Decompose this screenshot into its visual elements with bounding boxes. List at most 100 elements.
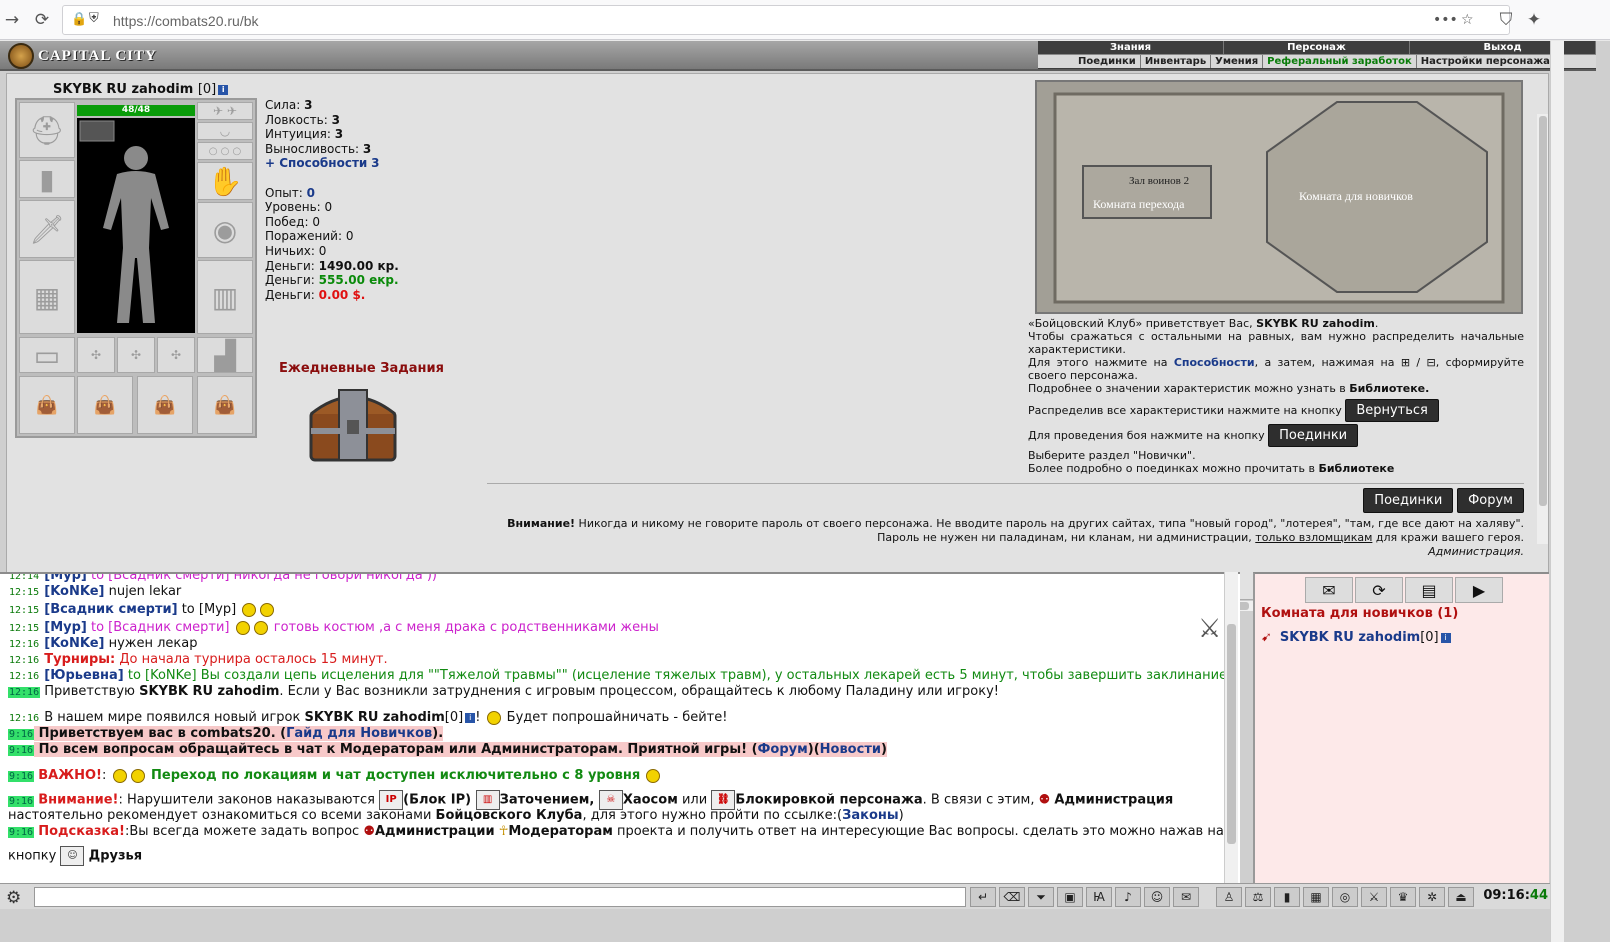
info-icon[interactable]: i: [218, 84, 229, 95]
map-icon[interactable]: ▦: [1303, 887, 1329, 907]
panel-vscrollbar[interactable]: [1537, 114, 1548, 544]
armor-slot[interactable]: ▦: [19, 260, 75, 334]
chat-input[interactable]: [34, 887, 966, 907]
inventory-icon[interactable]: ⚖: [1245, 887, 1271, 907]
equipment-panel: ⛑ ▮ 🗡 ▦ ▭ 48/48 ✈ ✈ ◡ ○ ○ ○ ✋ ◉ ▥ ▟ ✣ ✣ …: [15, 98, 257, 438]
abilities-text-link[interactable]: Способности: [1174, 356, 1255, 369]
address-bar[interactable]: 🔒 ⛨ https://combats20.ru/bk ••• ☆: [62, 5, 1510, 35]
chat-log: 12:14 [Мур] to [Всадник смерти] никогда …: [0, 572, 1240, 883]
book-icon[interactable]: ▮: [1274, 887, 1300, 907]
fights-button[interactable]: Поединки: [1363, 488, 1454, 513]
settings-icon[interactable]: ✲: [1419, 887, 1445, 907]
hackers-link[interactable]: только взломщикам: [1255, 531, 1372, 544]
page-scrollbar[interactable]: [1550, 41, 1564, 942]
guide-link[interactable]: Гайд для Новичков: [286, 726, 432, 741]
submenu-fights[interactable]: Поединки: [1074, 55, 1141, 68]
menu-exit[interactable]: Выход: [1410, 41, 1596, 54]
menu-knowledge[interactable]: Знания: [1038, 41, 1224, 54]
chat-nick[interactable]: [Мур]: [44, 574, 87, 583]
bag-slot-4[interactable]: 👜: [197, 376, 253, 434]
smiley-icon[interactable]: ☺: [1144, 887, 1170, 907]
submenu-referral[interactable]: Реферальный заработок: [1263, 55, 1417, 68]
page-actions-icon[interactable]: •••: [1433, 12, 1458, 28]
chat-nick[interactable]: [Юрьевна]: [44, 668, 123, 683]
forward-icon[interactable]: →: [0, 8, 24, 32]
belt-slot[interactable]: ▭: [19, 337, 75, 373]
daily-quests-title[interactable]: Ежедневные Задания: [279, 361, 444, 376]
chat-nick[interactable]: [Мур]: [44, 620, 87, 635]
save-icon[interactable]: ▣: [1057, 887, 1083, 907]
bag-slot-2[interactable]: 👜: [77, 376, 133, 434]
play-icon[interactable]: ▶: [1455, 577, 1503, 603]
room-user[interactable]: ➹ SKYBK RU zahodim[0] i: [1261, 630, 1451, 645]
extension-icon[interactable]: ✦: [1522, 8, 1546, 32]
helmet-slot[interactable]: ⛑: [19, 102, 75, 158]
warning-section: Поединки Форум Внимание! Никогда и ником…: [487, 483, 1524, 559]
info-icon[interactable]: i: [1440, 632, 1451, 643]
map-room-main-label[interactable]: Комната для новичков: [1299, 189, 1413, 203]
submenu-inventory[interactable]: Инвентарь: [1141, 55, 1212, 68]
bookmark-star-icon[interactable]: ☆: [1461, 12, 1474, 28]
gear-icon[interactable]: ⚙: [6, 888, 21, 908]
chat-nick[interactable]: [KoNKe]: [44, 584, 104, 599]
forum-link[interactable]: Форум: [758, 742, 808, 757]
chat-nick[interactable]: [KoNKe]: [44, 636, 104, 651]
rune-slot-3[interactable]: ✣: [157, 337, 195, 373]
bag-icon[interactable]: ✉: [1173, 887, 1199, 907]
chest-icon[interactable]: [303, 384, 403, 466]
map-room-left-label[interactable]: Комната перехода: [1093, 197, 1185, 211]
return-button[interactable]: Вернуться: [1345, 399, 1439, 422]
coin-icon[interactable]: ◎: [1332, 887, 1358, 907]
library-link-2[interactable]: Библиотеке: [1318, 462, 1394, 475]
tracking-protection-icon[interactable]: ⛨: [89, 11, 99, 26]
url-text[interactable]: https://combats20.ru/bk: [113, 13, 259, 29]
fight-icon[interactable]: ⚔: [1361, 887, 1387, 907]
refresh-icon[interactable]: ⟳: [1355, 577, 1403, 603]
rune-slot-1[interactable]: ✣: [77, 337, 115, 373]
room-user-name[interactable]: SKYBK RU zahodim: [1280, 630, 1420, 645]
submenu-settings[interactable]: Настройки персонажа: [1417, 55, 1554, 68]
user-action-icon[interactable]: ➹: [1261, 630, 1272, 645]
chat-bubble-icon[interactable]: ▤: [1405, 577, 1453, 603]
chat-nick[interactable]: [Всадник смерти]: [44, 602, 177, 617]
info-icon[interactable]: i: [465, 712, 476, 723]
location-map[interactable]: Зал воинов 2 Комната перехода Комната дл…: [1035, 80, 1523, 314]
map-hall-label[interactable]: Зал воинов 2: [1129, 175, 1189, 187]
filter-icon[interactable]: ⏷: [1028, 887, 1054, 907]
news-link[interactable]: Новости: [820, 742, 881, 757]
shield-slot[interactable]: ◉: [197, 202, 253, 258]
bag-slot-1[interactable]: 👜: [19, 376, 75, 434]
shield-icon[interactable]: ⛉: [1494, 8, 1518, 32]
friends-icon[interactable]: ☺: [60, 846, 85, 866]
translit-icon[interactable]: Ꙗ: [1086, 887, 1112, 907]
gloves-slot[interactable]: ✋: [197, 162, 253, 200]
reload-icon[interactable]: ⟳: [30, 8, 54, 32]
legs-slot[interactable]: ▥: [197, 260, 253, 334]
eraser-icon[interactable]: ⌫: [999, 887, 1025, 907]
mail-icon[interactable]: ✉: [1305, 577, 1353, 603]
crossed-swords-icon[interactable]: ⚔: [1198, 614, 1221, 644]
sound-icon[interactable]: ♪: [1115, 887, 1141, 907]
enter-icon[interactable]: ↵: [970, 887, 996, 907]
chat-scrollbar[interactable]: [1224, 572, 1238, 883]
rune-slot-2[interactable]: ✣: [117, 337, 155, 373]
bracers-slot[interactable]: ▮: [19, 160, 75, 198]
fights-button-small[interactable]: Поединки: [1268, 424, 1359, 447]
chat-line: 12:16 В нашем мире появился новый игрок …: [9, 710, 728, 725]
exit-icon[interactable]: ⏏: [1448, 887, 1474, 907]
abilities-link[interactable]: + Способности: [265, 156, 367, 170]
laws-link[interactable]: Законы: [842, 808, 899, 823]
submenu-skills[interactable]: Умения: [1211, 55, 1264, 68]
earring-slot[interactable]: ✈ ✈: [197, 102, 253, 120]
bag-slot-3[interactable]: 👜: [137, 376, 193, 434]
rings-slot[interactable]: ○ ○ ○: [197, 142, 253, 160]
menu-character[interactable]: Персонаж: [1224, 41, 1410, 54]
clan-icon[interactable]: ♛: [1390, 887, 1416, 907]
weapon-slot[interactable]: 🗡: [19, 200, 75, 258]
character-icon[interactable]: ♙: [1216, 887, 1242, 907]
exp-value[interactable]: 0: [307, 186, 315, 200]
forum-button[interactable]: Форум: [1457, 488, 1524, 513]
boots-slot[interactable]: ▟: [197, 337, 253, 373]
necklace-slot[interactable]: ◡: [197, 122, 253, 140]
library-link[interactable]: Библиотеке.: [1349, 382, 1429, 395]
